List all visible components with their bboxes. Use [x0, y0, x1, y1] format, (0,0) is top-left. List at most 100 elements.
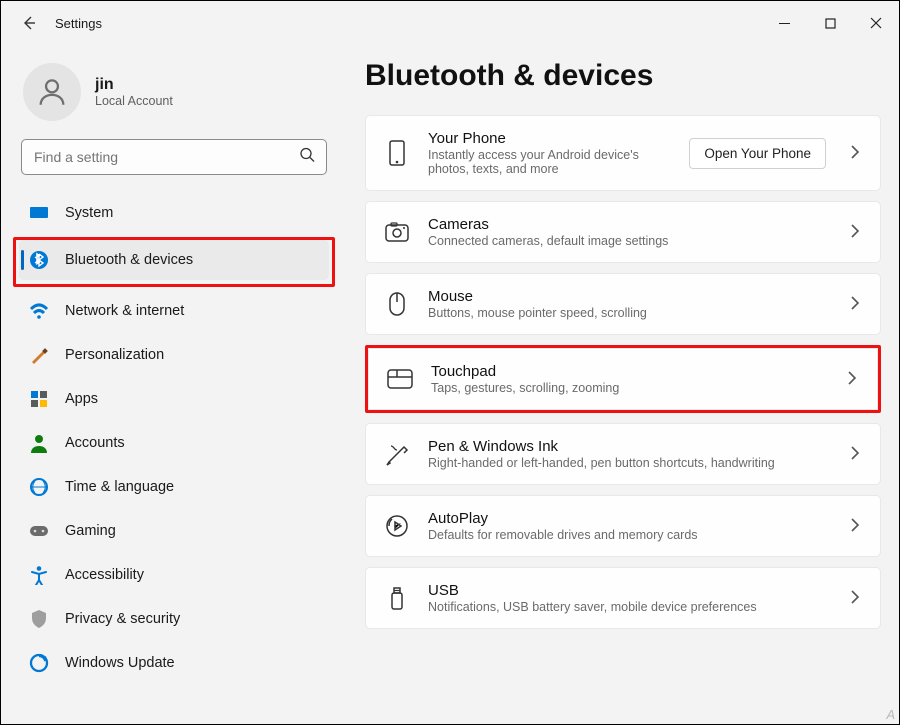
card-touchpad[interactable]: TouchpadTaps, gestures, scrolling, zoomi…	[368, 348, 878, 410]
sidebar-item-label: System	[65, 205, 113, 221]
card-your-phone[interactable]: Your PhoneInstantly access your Android …	[365, 115, 881, 191]
card-body: CamerasConnected cameras, default image …	[428, 216, 826, 248]
watermark: A	[886, 707, 895, 722]
sidebar-item-bluetooth-devices[interactable]: Bluetooth & devices	[19, 240, 329, 280]
sidebar-item-time-language[interactable]: Time & language	[19, 467, 329, 507]
sidebar-highlight: Bluetooth & devices	[13, 237, 335, 287]
card-title: USB	[428, 582, 826, 599]
user-info[interactable]: jin Local Account	[19, 55, 329, 139]
shield-icon	[30, 609, 48, 629]
window-title: Settings	[55, 16, 102, 31]
update-icon	[29, 653, 49, 673]
card-highlight: TouchpadTaps, gestures, scrolling, zoomi…	[365, 345, 881, 413]
chevron-right-icon	[850, 518, 860, 535]
minimize-button[interactable]	[761, 8, 807, 38]
card-subtitle: Connected cameras, default image setting…	[428, 234, 826, 248]
wifi-icon	[29, 303, 49, 319]
card-subtitle: Taps, gestures, scrolling, zooming	[431, 381, 823, 395]
open-your-phone-button[interactable]: Open Your Phone	[689, 138, 826, 169]
sidebar-item-label: Personalization	[65, 347, 164, 363]
nav-icon	[29, 433, 49, 453]
card-icon	[384, 513, 410, 539]
sidebar-item-apps[interactable]: Apps	[19, 379, 329, 419]
card-title: Touchpad	[431, 363, 823, 380]
card-icon	[384, 219, 410, 245]
card-body: AutoPlayDefaults for removable drives an…	[428, 510, 826, 542]
chevron-right-icon	[847, 371, 857, 388]
sidebar-item-network-internet[interactable]: Network & internet	[19, 291, 329, 331]
nav-icon	[29, 477, 49, 497]
user-icon	[35, 75, 69, 109]
arrow-left-icon	[21, 15, 37, 31]
nav-icon	[29, 521, 49, 541]
card-cameras[interactable]: CamerasConnected cameras, default image …	[365, 201, 881, 263]
accessibility-icon	[29, 565, 49, 585]
gamepad-icon	[29, 524, 49, 538]
nav-icon	[29, 203, 49, 223]
sidebar-item-label: Windows Update	[65, 655, 175, 671]
maximize-icon	[825, 18, 836, 29]
card-icon	[384, 585, 410, 611]
main-content: Bluetooth & devices Your PhoneInstantly …	[329, 55, 881, 724]
card-subtitle: Buttons, mouse pointer speed, scrolling	[428, 306, 826, 320]
card-title: Pen & Windows Ink	[428, 438, 826, 455]
nav-icon	[29, 301, 49, 321]
sidebar-item-label: Apps	[65, 391, 98, 407]
card-body: Pen & Windows InkRight-handed or left-ha…	[428, 438, 826, 470]
globe-clock-icon	[29, 477, 49, 497]
sidebar-item-label: Accessibility	[65, 567, 144, 583]
sidebar-item-gaming[interactable]: Gaming	[19, 511, 329, 551]
close-icon	[870, 17, 882, 29]
card-body: USBNotifications, USB battery saver, mob…	[428, 582, 826, 614]
username: jin	[95, 76, 173, 94]
card-pen-windows-ink[interactable]: Pen & Windows InkRight-handed or left-ha…	[365, 423, 881, 485]
card-body: Your PhoneInstantly access your Android …	[428, 130, 671, 176]
search-icon	[299, 147, 315, 168]
chevron-right-icon	[850, 145, 860, 162]
card-autoplay[interactable]: AutoPlayDefaults for removable drives an…	[365, 495, 881, 557]
sidebar-item-privacy-security[interactable]: Privacy & security	[19, 599, 329, 639]
sidebar-item-accessibility[interactable]: Accessibility	[19, 555, 329, 595]
avatar	[23, 63, 81, 121]
sidebar-item-windows-update[interactable]: Windows Update	[19, 643, 329, 683]
bluetooth-icon	[29, 250, 49, 270]
nav-icon	[29, 653, 49, 673]
close-button[interactable]	[853, 8, 899, 38]
sidebar-item-label: Bluetooth & devices	[65, 252, 193, 268]
sidebar-item-label: Time & language	[65, 479, 174, 495]
chevron-right-icon	[850, 446, 860, 463]
card-body: TouchpadTaps, gestures, scrolling, zoomi…	[431, 363, 823, 395]
card-subtitle: Notifications, USB battery saver, mobile…	[428, 600, 826, 614]
card-subtitle: Instantly access your Android device's p…	[428, 148, 671, 176]
card-mouse[interactable]: MouseButtons, mouse pointer speed, scrol…	[365, 273, 881, 335]
card-title: Mouse	[428, 288, 826, 305]
card-body: MouseButtons, mouse pointer speed, scrol…	[428, 288, 826, 320]
sidebar-item-label: Network & internet	[65, 303, 184, 319]
sidebar-item-accounts[interactable]: Accounts	[19, 423, 329, 463]
card-usb[interactable]: USBNotifications, USB battery saver, mob…	[365, 567, 881, 629]
person-icon	[29, 433, 49, 453]
maximize-button[interactable]	[807, 8, 853, 38]
sidebar-item-system[interactable]: System	[19, 193, 329, 233]
card-title: AutoPlay	[428, 510, 826, 527]
sidebar-item-label: Privacy & security	[65, 611, 180, 627]
back-button[interactable]	[9, 3, 49, 43]
chevron-right-icon	[850, 590, 860, 607]
brush-icon	[29, 345, 49, 365]
card-subtitle: Defaults for removable drives and memory…	[428, 528, 826, 542]
account-type: Local Account	[95, 94, 173, 108]
card-icon	[387, 366, 413, 392]
search-input[interactable]	[21, 139, 327, 175]
minimize-icon	[779, 18, 790, 29]
nav-icon	[29, 389, 49, 409]
sidebar-item-label: Gaming	[65, 523, 116, 539]
cards-list: Your PhoneInstantly access your Android …	[365, 115, 881, 629]
sidebar-item-personalization[interactable]: Personalization	[19, 335, 329, 375]
nav-list: System Bluetooth & devices Network & inter…	[19, 193, 329, 683]
card-icon	[384, 140, 410, 166]
page-title: Bluetooth & devices	[365, 59, 881, 93]
sidebar: jin Local Account System Bluetooth & devi…	[19, 55, 329, 724]
nav-icon	[29, 609, 49, 629]
card-subtitle: Right-handed or left-handed, pen button …	[428, 456, 826, 470]
card-icon	[384, 291, 410, 317]
